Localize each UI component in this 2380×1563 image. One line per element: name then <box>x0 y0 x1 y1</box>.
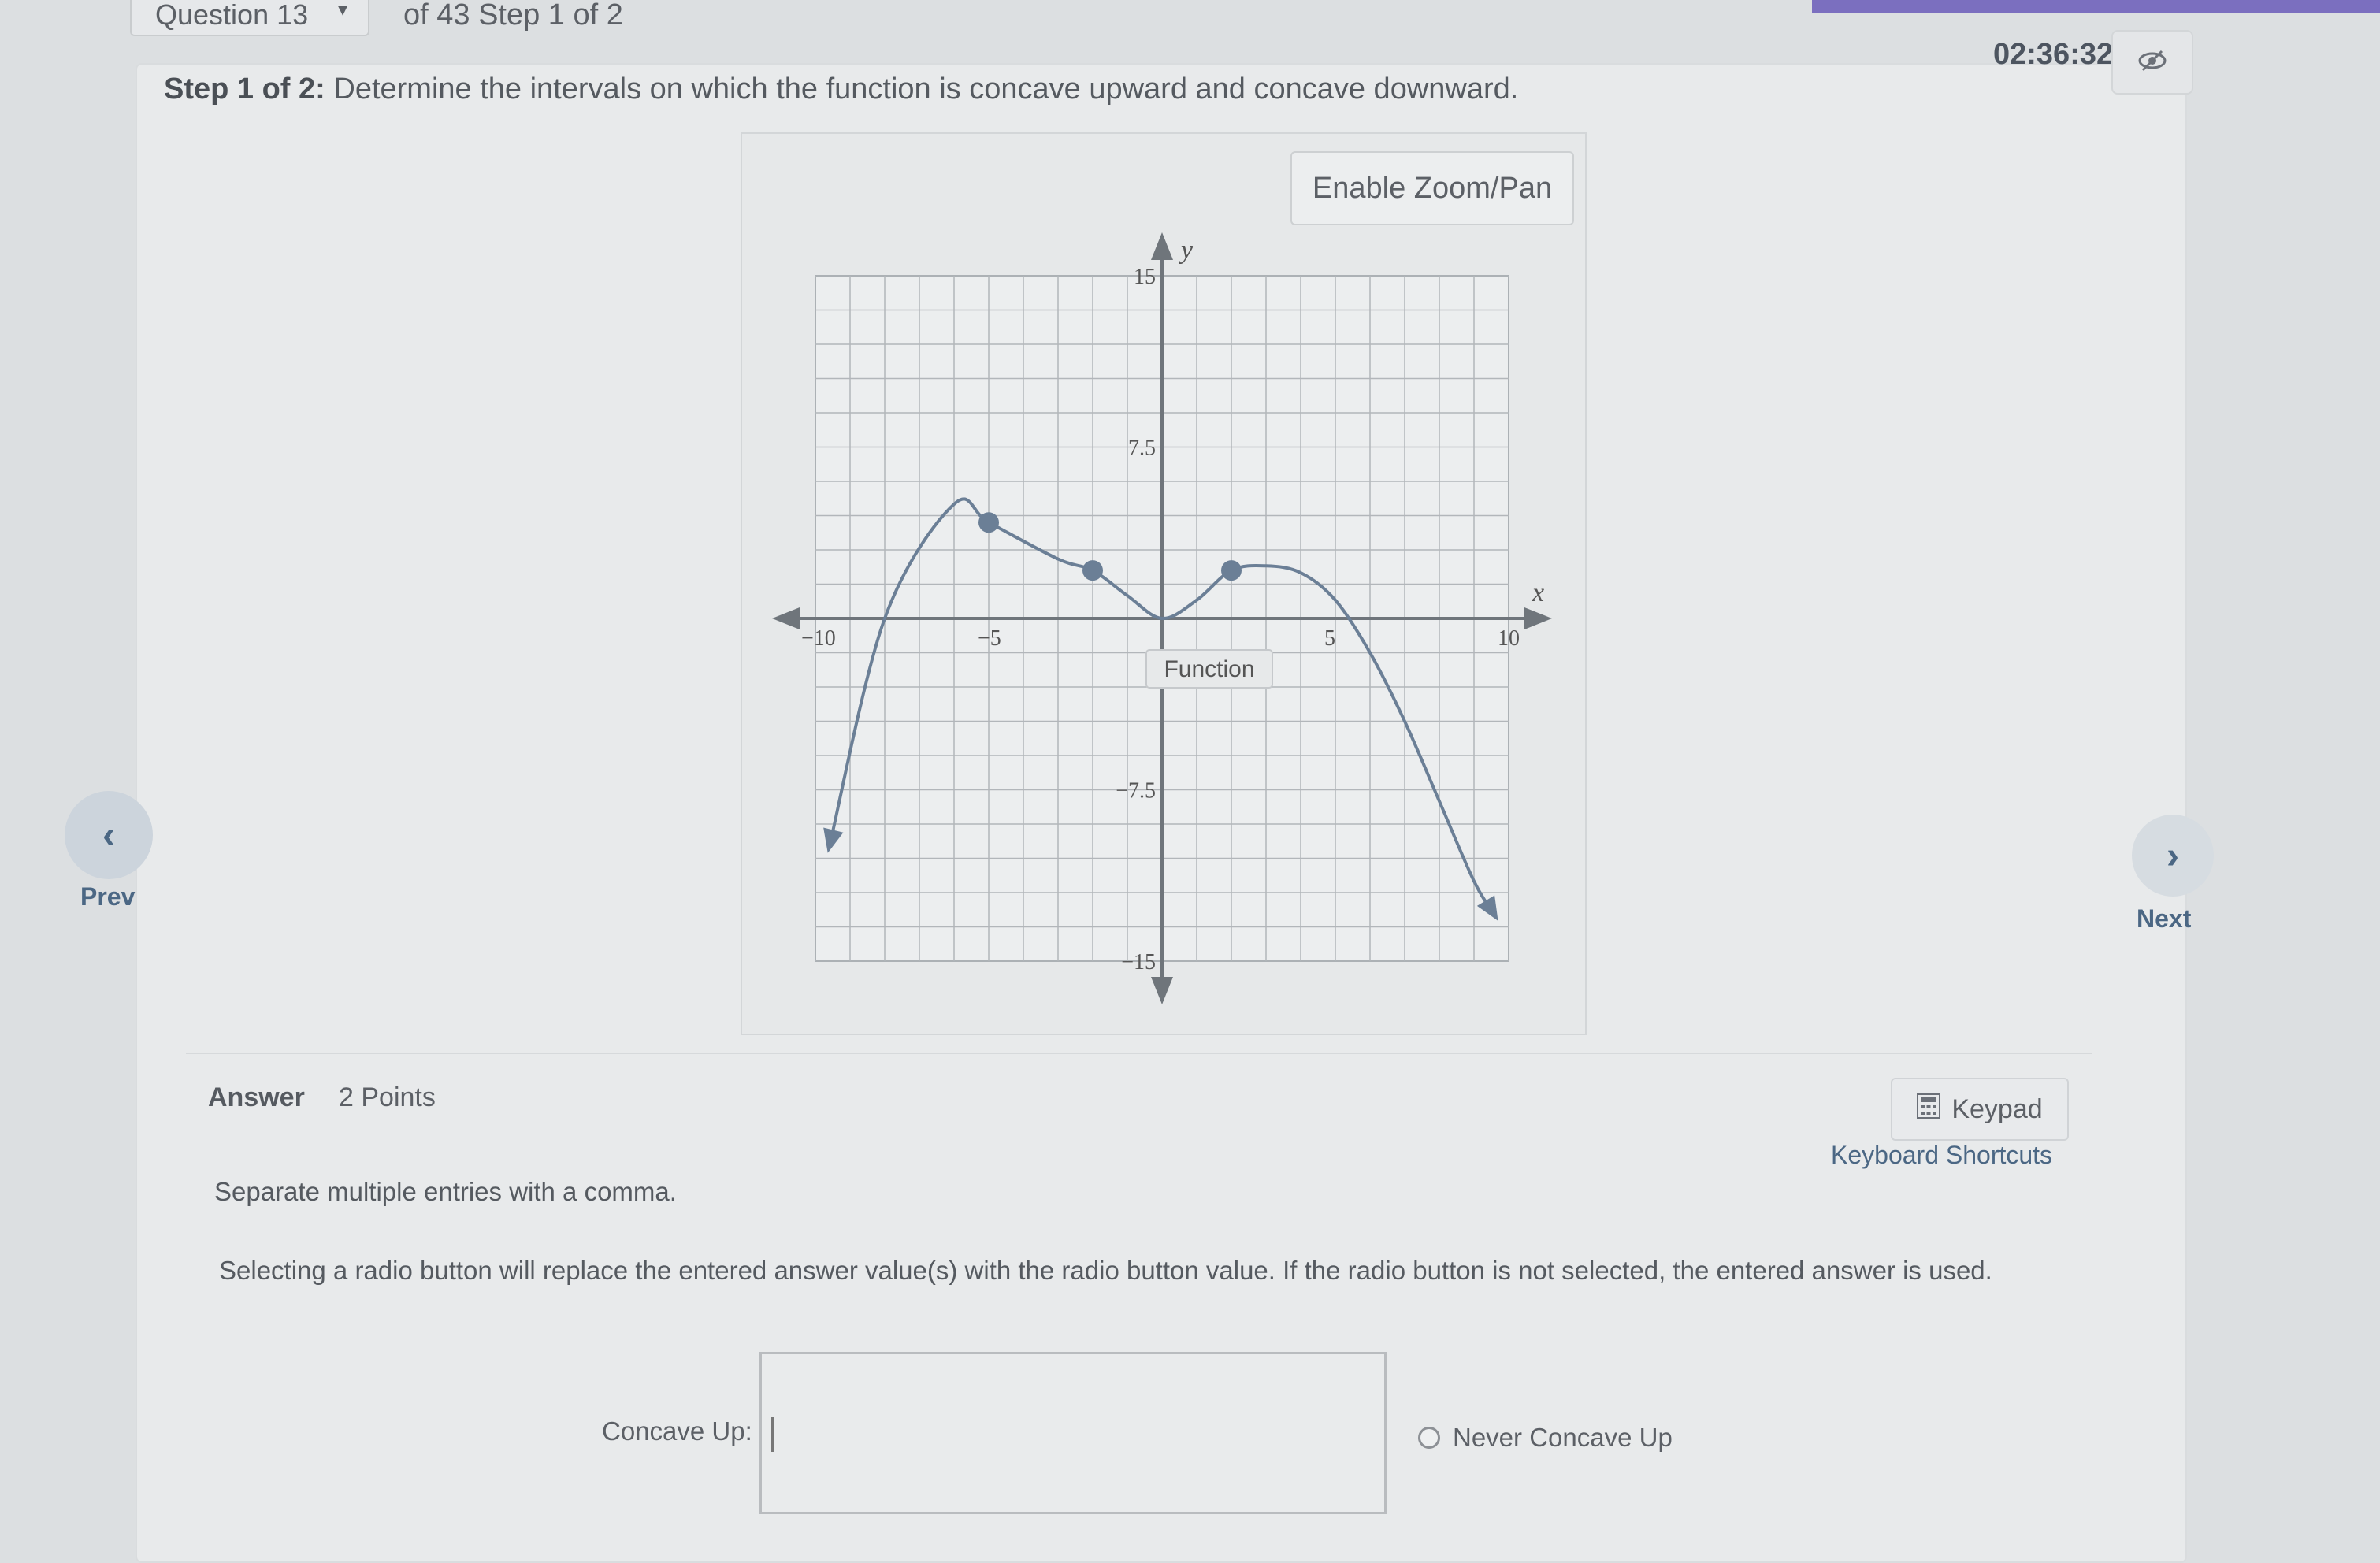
x-tick-label: 5 <box>1324 626 1335 651</box>
function-graph[interactable]: x y −10 −5 5 10 15 7.5 −7.5 −15 Function <box>756 228 1568 1032</box>
answer-label: Answer <box>208 1082 305 1112</box>
chevron-left-icon: ‹ <box>102 814 115 856</box>
x-axis-arrow-left <box>772 607 800 629</box>
section-divider <box>186 1053 2092 1054</box>
x-axis-label: x <box>1532 578 1544 607</box>
question-label: Question 13 <box>155 0 309 31</box>
y-tick-label: −15 <box>1121 950 1156 975</box>
caret-down-icon: ▾ <box>338 0 348 20</box>
text-caret <box>771 1417 774 1452</box>
y-tick-label: −7.5 <box>1116 779 1156 804</box>
step-text: Determine the intervals on which the fun… <box>333 72 1519 106</box>
step-prefix: Step 1 of 2: <box>164 72 325 106</box>
y-axis-arrow-down <box>1151 977 1173 1004</box>
marked-point <box>1082 560 1103 581</box>
y-axis-arrow-up <box>1151 232 1173 260</box>
x-axis-arrow-right <box>1524 607 1552 629</box>
x-tick-label: −5 <box>978 626 1001 651</box>
prev-button[interactable]: ‹ <box>65 791 153 879</box>
y-tick-label: 15 <box>1134 265 1156 289</box>
concave-up-label: Concave Up: <box>602 1416 752 1446</box>
keypad-label: Keypad <box>1951 1093 2043 1124</box>
y-axis-label: y <box>1179 236 1194 265</box>
tooltip-label: Function <box>1164 656 1254 682</box>
instruction-separate-entries: Separate multiple entries with a comma. <box>214 1177 677 1206</box>
accent-strip <box>1812 0 2380 13</box>
function-tooltip: Function <box>1145 649 1273 689</box>
marked-point <box>978 512 999 533</box>
chevron-right-icon: › <box>2167 834 2179 877</box>
x-tick-label: 10 <box>1498 626 1520 651</box>
next-label[interactable]: Next <box>2137 904 2191 934</box>
hide-timer-button[interactable] <box>2111 30 2193 95</box>
timer: 02:36:32 <box>1993 38 2114 71</box>
eye-slash-icon <box>2137 49 2168 76</box>
points-label: 2 Points <box>339 1082 436 1112</box>
instruction-radio-button: Selecting a radio button will replace th… <box>219 1256 1992 1285</box>
next-button[interactable]: › <box>2132 815 2214 897</box>
never-concave-up-label: Never Concave Up <box>1453 1423 1673 1452</box>
marked-point <box>1221 560 1242 581</box>
question-progress: of 43 Step 1 of 2 <box>403 0 623 32</box>
never-concave-up-radio[interactable] <box>1418 1427 1440 1449</box>
step-title: Step 1 of 2: Determine the intervals on … <box>164 72 1518 106</box>
calculator-icon <box>1917 1093 1941 1126</box>
keypad-button[interactable]: Keypad <box>1891 1078 2069 1141</box>
concave-up-input[interactable] <box>759 1352 1387 1514</box>
never-concave-up-option[interactable]: Never Concave Up <box>1418 1423 1673 1453</box>
question-select[interactable]: Question 13 ▾ <box>130 0 369 36</box>
y-tick-label: 7.5 <box>1128 436 1156 461</box>
keyboard-shortcuts-link[interactable]: Keyboard Shortcuts <box>1831 1141 2052 1170</box>
x-tick-label: −10 <box>801 626 836 651</box>
enable-zoom-pan-button[interactable]: Enable Zoom/Pan <box>1290 151 1574 225</box>
prev-label[interactable]: Prev <box>80 882 135 911</box>
